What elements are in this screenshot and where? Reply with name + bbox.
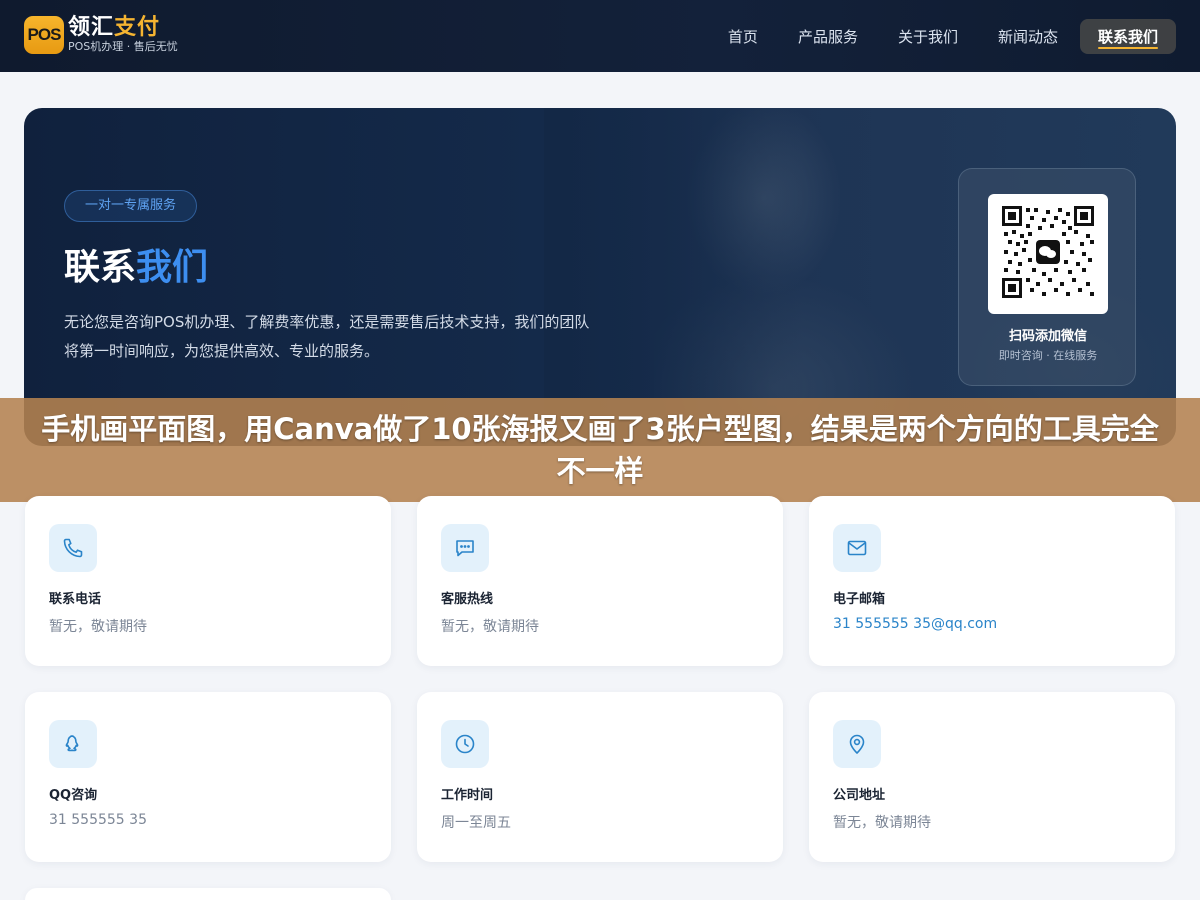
card-title: 联系电话 <box>49 592 102 607</box>
contact-card-phone: 联系电话 暂无，敬请期待 <box>25 496 391 666</box>
email-link[interactable]: 31 555555 35@qq.com <box>833 616 997 632</box>
card-title: 电子邮箱 <box>833 592 886 607</box>
card-value: 暂无，敬请期待 <box>49 619 147 635</box>
nav-item-contact[interactable]: 联系我们 <box>1079 19 1176 54</box>
logo-title-part2: 支付 <box>114 15 161 40</box>
nav-item-products[interactable]: 产品服务 <box>780 19 876 54</box>
hero-title: 联系我们 <box>64 246 208 290</box>
card-title: 公司地址 <box>833 788 886 803</box>
logo-text: 领汇支付 POS机办理 · 售后无忧 <box>68 16 178 54</box>
chat-icon <box>441 524 489 572</box>
clock-icon <box>441 720 489 768</box>
card-value: 暂无，敬请期待 <box>833 815 931 831</box>
contact-hero: 一对一专属服务 联系我们 无论您是咨询POS机办理、了解费率优惠，还是需要售后技… <box>24 108 1176 446</box>
mail-icon <box>833 524 881 572</box>
contact-card-qq: QQ咨询 31 555555 35 <box>25 692 391 862</box>
qr-code-graphic <box>1002 206 1094 298</box>
card-title: 客服热线 <box>441 592 494 607</box>
overlay-banner: 手机画平面图，用Canva做了10张海报又画了3张户型图，结果是两个方向的工具完… <box>0 398 1200 502</box>
qr-sublabel: 即时咨询 · 在线服务 <box>998 349 1098 362</box>
hero-tag: 一对一专属服务 <box>64 190 198 222</box>
main-nav: 首页 产品服务 关于我们 新闻动态 联系我们 <box>706 19 1176 54</box>
hero-description: 无论您是咨询POS机办理、了解费率优惠，还是需要售后技术支持，我们的团队将第一时… <box>64 313 590 360</box>
logo[interactable]: POS 领汇支付 POS机办理 · 售后无忧 <box>24 16 178 54</box>
location-icon <box>833 720 881 768</box>
logo-title: 领汇支付 <box>68 16 178 40</box>
nav-item-home[interactable]: 首页 <box>710 19 776 54</box>
card-title: QQ咨询 <box>49 788 98 803</box>
contact-card-partial <box>25 888 391 900</box>
hero-gradient-overlay <box>544 108 804 446</box>
logo-subtitle: POS机办理 · 售后无忧 <box>68 40 178 53</box>
card-value: 周一至周五 <box>441 815 511 831</box>
qq-icon <box>49 720 97 768</box>
hero-title-part1: 联系 <box>64 247 137 288</box>
nav-item-about[interactable]: 关于我们 <box>880 19 976 54</box>
site-header: POS 领汇支付 POS机办理 · 售后无忧 首页 产品服务 关于我们 新闻动态… <box>0 0 1200 72</box>
logo-title-part1: 领汇 <box>68 15 115 40</box>
card-value: 暂无，敬请期待 <box>441 619 539 635</box>
qr-card: 扫码添加微信 即时咨询 · 在线服务 <box>958 168 1136 386</box>
logo-badge: POS <box>24 16 64 54</box>
qr-label: 扫码添加微信 <box>1008 329 1087 344</box>
card-title: 工作时间 <box>441 788 494 803</box>
phone-icon <box>49 524 97 572</box>
card-value: 31 555555 35 <box>49 812 147 828</box>
hero-title-part2: 我们 <box>136 247 209 288</box>
contact-card-hours: 工作时间 周一至周五 <box>417 692 783 862</box>
contact-card-email: 电子邮箱 31 555555 35@qq.com <box>809 496 1175 666</box>
banner-text: 手机画平面图，用Canva做了10张海报又画了3张户型图，结果是两个方向的工具完… <box>41 412 1159 488</box>
contact-card-address: 公司地址 暂无，敬请期待 <box>809 692 1175 862</box>
contact-card-hotline: 客服热线 暂无，敬请期待 <box>417 496 783 666</box>
wechat-qr-code[interactable] <box>988 194 1108 314</box>
nav-item-news[interactable]: 新闻动态 <box>980 19 1076 54</box>
